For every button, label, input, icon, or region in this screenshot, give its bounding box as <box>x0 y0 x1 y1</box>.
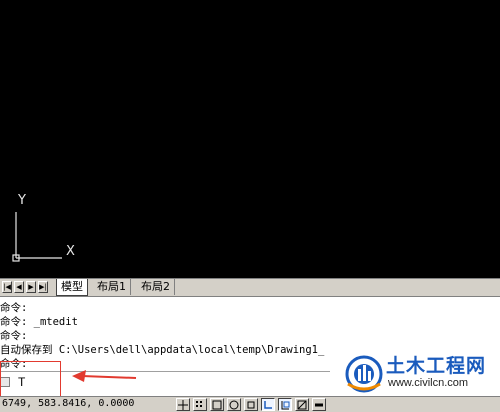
lwt-icon[interactable] <box>312 398 326 411</box>
tab-layout1[interactable]: 布局1 <box>93 279 131 295</box>
next-tab-icon[interactable]: ▶ <box>26 281 36 293</box>
cursor-coordinates: 6749, 583.8416, 0.0000 <box>2 398 135 409</box>
command-history-line: 自动保存到 C:\Users\dell\appdata\local\temp\D… <box>0 344 325 356</box>
last-tab-icon[interactable]: ▶| <box>38 281 48 293</box>
polar-icon[interactable] <box>227 398 241 411</box>
highlight-box <box>0 361 61 397</box>
watermark-brand: 土木工程网 <box>386 355 487 377</box>
ucs-x-label: X <box>66 244 75 259</box>
watermark: 土木工程网 www.civilcn.com <box>330 351 500 397</box>
layout-tab-bar: |◀ ◀ ▶ ▶| 模型 布局1 布局2 <box>0 278 500 296</box>
ortho-icon[interactable] <box>210 398 224 411</box>
snap-icon[interactable] <box>176 398 190 411</box>
first-tab-icon[interactable]: |◀ <box>2 281 12 293</box>
watermark-url: www.civilcn.com <box>388 377 469 389</box>
ucs-y-label: Y <box>18 193 26 208</box>
ducs-icon[interactable] <box>278 398 292 411</box>
prev-tab-icon[interactable]: ◀ <box>14 281 24 293</box>
command-history-line: 命令: <box>0 302 28 314</box>
dyn-icon[interactable] <box>295 398 309 411</box>
otrack-icon[interactable] <box>261 398 275 411</box>
tab-model[interactable]: 模型 <box>56 279 88 296</box>
civilcn-logo-icon <box>345 355 383 393</box>
ucs-icon <box>12 212 62 262</box>
tab-layout2[interactable]: 布局2 <box>137 279 175 295</box>
osnap-icon[interactable] <box>244 398 258 411</box>
command-history-line: 命令: <box>0 330 28 342</box>
grid-icon[interactable] <box>193 398 207 411</box>
arrow-icon <box>72 370 137 382</box>
status-bar: 6749, 583.8416, 0.0000 <box>0 396 500 412</box>
drawing-canvas[interactable]: X Y <box>0 0 500 278</box>
command-history-line: 命令: _mtedit <box>0 316 78 328</box>
